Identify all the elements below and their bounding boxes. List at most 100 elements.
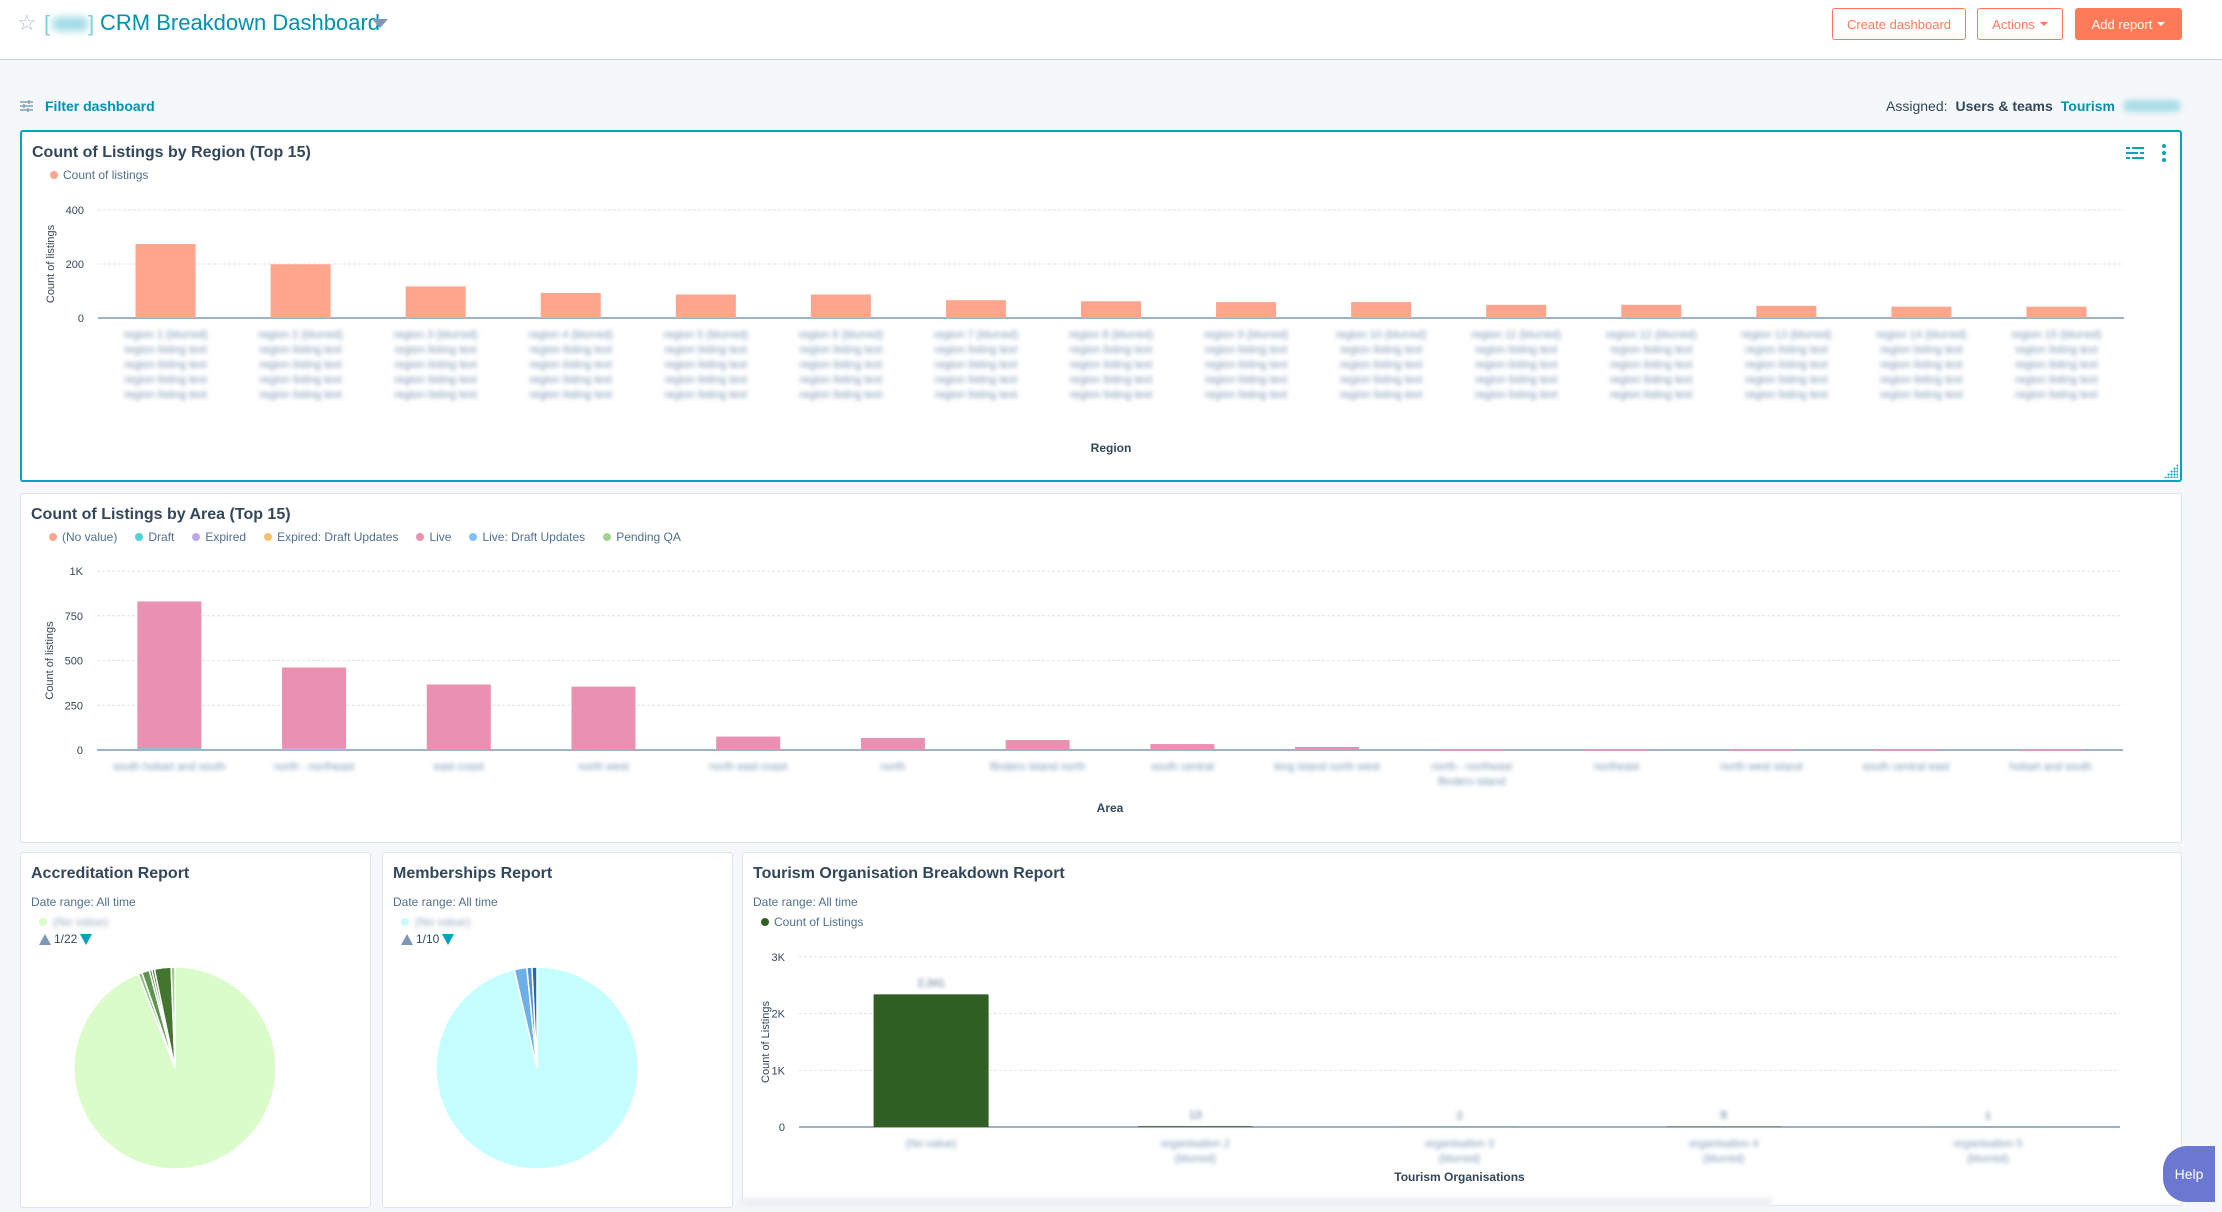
x-tick-label: region listing text: [1880, 374, 1963, 386]
create-dashboard-label: Create dashboard: [1846, 16, 1952, 32]
bar: [270, 264, 331, 318]
x-tick-label: region listing text: [1610, 389, 1693, 401]
report-card-area[interactable]: Count of Listings by Area (Top 15) (No v…: [20, 493, 2182, 843]
x-tick-label: region listing text: [259, 374, 342, 386]
x-tick-label: (blurred): [1439, 1153, 1481, 1165]
x-tick-label: region listing text: [800, 374, 883, 386]
memberships-pie-chart: [435, 966, 639, 1170]
x-tick-label: region listing text: [1880, 389, 1963, 401]
x-tick-label: region listing text: [1475, 389, 1558, 401]
assigned-team-link[interactable]: Tourism: [2061, 98, 2115, 114]
x-tick-label: region 1 (blurred): [123, 329, 207, 341]
x-tick-label: region 5 (blurred): [664, 329, 748, 341]
bar: [1621, 304, 1682, 318]
x-tick-label: region listing text: [935, 359, 1018, 371]
report-card-region[interactable]: Count of Listings by Region (Top 15) Cou…: [20, 130, 2182, 482]
x-tick-label: region listing text: [1880, 359, 1963, 371]
report-card-memberships[interactable]: Memberships Report Date range: All time …: [382, 852, 733, 1208]
x-tick-label: region listing text: [1745, 374, 1828, 386]
x-tick-label: region listing text: [529, 359, 612, 371]
x-tick-label: region 6 (blurred): [799, 329, 883, 341]
bar-segment-live: [571, 686, 636, 750]
x-tick-label: region listing text: [529, 344, 612, 356]
x-tick-label: north east coast: [709, 761, 787, 773]
x-tick-label: region listing text: [1070, 359, 1153, 371]
y-tick-label: 200: [66, 259, 84, 271]
dashboard-header: ☆ [] CRM Breakdown Dashboard Create dash…: [0, 0, 2222, 60]
x-tick-label: region listing text: [1205, 374, 1288, 386]
caret-down-icon: [2039, 22, 2048, 26]
filter-dashboard-label: Filter dashboard: [45, 98, 155, 114]
x-tick-label: region listing text: [259, 344, 342, 356]
favorite-star-icon[interactable]: ☆: [17, 10, 37, 36]
x-tick-label: region listing text: [1610, 374, 1693, 386]
x-tick-label: region 4 (blurred): [529, 329, 613, 341]
caret-down-icon: [2157, 22, 2166, 26]
x-tick-label: region listing text: [1070, 344, 1153, 356]
x-tick-label: (blurred): [1175, 1153, 1217, 1165]
dashboard-title[interactable]: CRM Breakdown Dashboard: [100, 10, 380, 36]
create-dashboard-button[interactable]: Create dashboard: [1832, 8, 1966, 40]
x-tick-label: region listing text: [394, 344, 477, 356]
actions-label: Actions: [1992, 16, 2035, 32]
x-tick-label: region listing text: [124, 344, 207, 356]
bar: [1216, 302, 1277, 318]
x-tick-label: south central: [1151, 761, 1214, 773]
bar-segment-live: [1873, 749, 1938, 751]
x-tick-label: region listing text: [529, 374, 612, 386]
dashboard-switcher-chevron-icon[interactable]: [372, 19, 388, 28]
x-tick-label: flinders island north: [990, 761, 1085, 773]
bar: [405, 286, 466, 318]
x-tick-label: region 15 (blurred): [2011, 329, 2102, 341]
x-tick-label: north west island: [1720, 761, 1803, 773]
help-label: Help: [2174, 1166, 2204, 1182]
y-tick-label: 0: [779, 1122, 785, 1134]
x-tick-label: region listing text: [394, 359, 477, 371]
bar-data-label: 8: [1721, 1110, 1727, 1122]
add-report-button[interactable]: Add report: [2075, 8, 2182, 40]
bar-segment-live: [1005, 739, 1070, 750]
bar-segment-live: [137, 601, 202, 749]
x-tick-label: region listing text: [935, 344, 1018, 356]
x-tick-label: region 9 (blurred): [1204, 329, 1288, 341]
bar: [1891, 306, 1952, 318]
bar-data-label: 2,341: [917, 977, 945, 989]
assigned-team-blurred: [2123, 100, 2181, 112]
help-button[interactable]: Help: [2163, 1146, 2215, 1202]
y-tick-label: 400: [66, 205, 84, 217]
x-tick-label: region listing text: [1880, 344, 1963, 356]
x-tick-label: north: [880, 761, 905, 773]
x-tick-label: region listing text: [665, 344, 748, 356]
bar-segment-draft: [137, 748, 202, 750]
accreditation-pie-chart: [73, 966, 277, 1170]
scroll-shadow: [742, 1198, 1772, 1212]
x-axis-title: Area: [1097, 801, 1124, 815]
x-tick-label: region listing text: [1340, 389, 1423, 401]
report-card-tourism-organisation[interactable]: Tourism Organisation Breakdown Report Da…: [742, 852, 2182, 1206]
y-tick-label: 2K: [772, 1009, 786, 1021]
x-tick-label: region 12 (blurred): [1606, 329, 1697, 341]
report-card-accreditation[interactable]: Accreditation Report Date range: All tim…: [20, 852, 371, 1208]
y-tick-label: 1K: [772, 1065, 786, 1077]
x-tick-label: south hobart and south: [113, 761, 226, 773]
x-tick-label: flinders island: [1438, 776, 1505, 788]
x-tick-label: (blurred): [1967, 1153, 2009, 1165]
x-tick-label: region listing text: [2015, 344, 2098, 356]
y-tick-label: 750: [65, 611, 83, 623]
x-tick-label: region listing text: [800, 344, 883, 356]
x-tick-label: region listing text: [935, 389, 1018, 401]
x-tick-label: region listing text: [1205, 359, 1288, 371]
filter-dashboard-link[interactable]: Filter dashboard: [20, 98, 155, 114]
bar-data-label: 2: [1456, 1110, 1462, 1122]
y-tick-label: 250: [65, 700, 83, 712]
x-tick-label: region listing text: [800, 389, 883, 401]
x-tick-label: region listing text: [124, 389, 207, 401]
bar: [1081, 301, 1141, 318]
actions-button[interactable]: Actions: [1977, 8, 2063, 40]
y-tick-label: 1K: [70, 566, 84, 578]
x-tick-label: region listing text: [2015, 374, 2098, 386]
bar: [945, 300, 1006, 318]
bar-segment-live: [860, 738, 925, 750]
x-tick-label: region 13 (blurred): [1741, 329, 1832, 341]
bar: [135, 244, 196, 318]
